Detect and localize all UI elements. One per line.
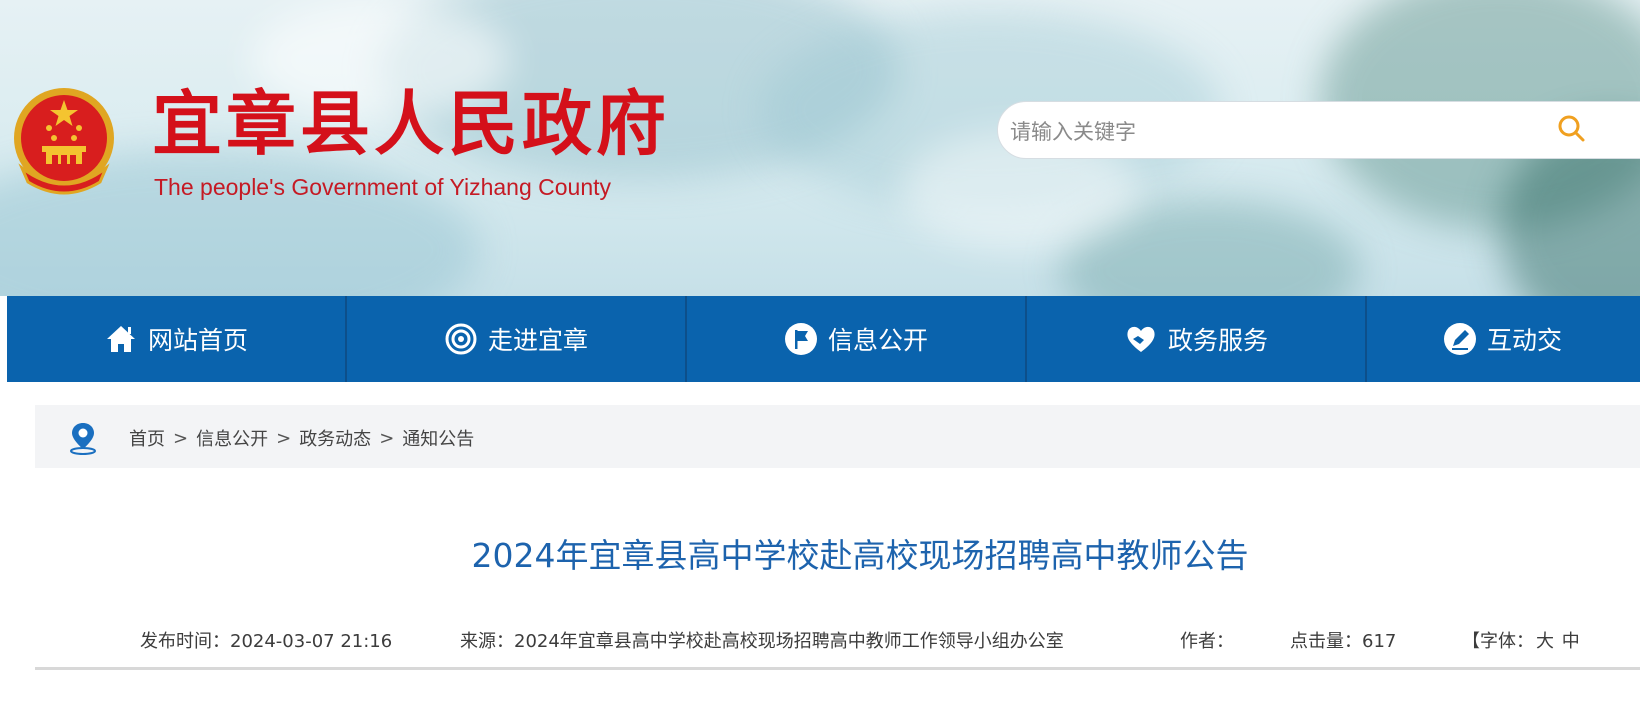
breadcrumb-bar: 首页 > 信息公开 > 政务动态 > 通知公告 xyxy=(35,405,1640,468)
nav-item-about[interactable]: 走进宜章 xyxy=(347,296,687,382)
article-author: 作者： xyxy=(1180,631,1234,652)
breadcrumb: 首页 > 信息公开 > 政务动态 > 通知公告 xyxy=(129,425,474,451)
nav-label: 走进宜章 xyxy=(487,326,588,355)
breadcrumb-separator: > xyxy=(379,427,395,449)
flag-icon xyxy=(784,323,817,355)
nav-item-gov-services[interactable]: 政务服务 xyxy=(1027,296,1367,382)
breadcrumb-link-notice[interactable]: 通知公告 xyxy=(402,425,474,451)
national-emblem-icon xyxy=(14,88,114,195)
main-nav: 网站首页 走进宜章 信息公开 政务服务 互动交 xyxy=(7,296,1640,382)
font-size-control: 【字体：大 中 xyxy=(1462,628,1580,656)
hit-count: 点击量：617 xyxy=(1290,631,1397,652)
search-box[interactable] xyxy=(997,101,1640,159)
breadcrumb-separator: > xyxy=(276,427,292,449)
article-source: 来源：2024年宜章县高中学校赴高校现场招聘高中教师工作领导小组办公室 xyxy=(460,631,1064,652)
nav-label: 政务服务 xyxy=(1167,326,1268,355)
breadcrumb-separator: > xyxy=(173,427,189,449)
site-title: 宜章县人民政府 xyxy=(152,82,670,165)
font-size-medium[interactable]: 中 xyxy=(1562,631,1580,652)
breadcrumb-link-news[interactable]: 政务动态 xyxy=(299,425,371,451)
pen-icon xyxy=(1444,323,1476,355)
nav-item-interaction[interactable]: 互动交 xyxy=(1367,296,1640,382)
breadcrumb-link-info[interactable]: 信息公开 xyxy=(196,425,268,451)
search-icon[interactable] xyxy=(1556,113,1586,143)
publish-time: 发布时间：2024-03-07 21:16 xyxy=(140,631,393,652)
breadcrumb-link-home[interactable]: 首页 xyxy=(129,425,165,451)
article-title: 2024年宜章县高中学校赴高校现场招聘高中教师公告 xyxy=(471,536,1249,575)
font-size-large[interactable]: 大 xyxy=(1536,631,1554,652)
site-subtitle: The people's Government of Yizhang Count… xyxy=(154,174,612,200)
nav-label: 信息公开 xyxy=(827,326,928,355)
divider xyxy=(35,667,1640,670)
heart-hand-icon xyxy=(1127,326,1155,352)
font-size-label: 【字体： xyxy=(1462,631,1534,652)
target-icon xyxy=(445,323,477,355)
nav-item-info-disclosure[interactable]: 信息公开 xyxy=(687,296,1027,382)
home-icon xyxy=(106,326,135,352)
nav-item-home[interactable]: 网站首页 xyxy=(7,296,347,382)
nav-label: 互动交 xyxy=(1487,326,1563,355)
nav-label: 网站首页 xyxy=(147,326,248,355)
search-input[interactable] xyxy=(1008,114,1532,150)
location-pin-icon xyxy=(70,423,96,455)
header-banner: 宜章县人民政府 The people's Government of Yizha… xyxy=(0,0,1640,296)
